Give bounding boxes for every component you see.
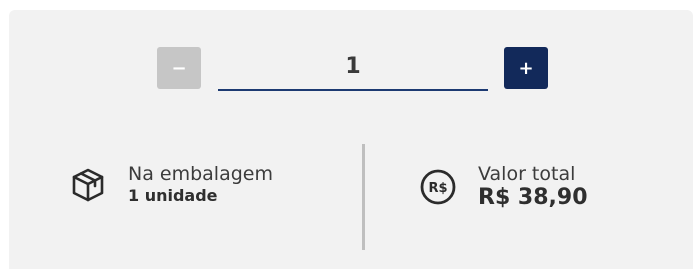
currency-real-icon: R$ [418, 167, 458, 207]
package-box-icon [68, 165, 108, 205]
divider [362, 144, 365, 250]
package-value: 1 unidade [128, 186, 218, 205]
increase-quantity-button[interactable]: + [504, 47, 548, 89]
decrease-quantity-button[interactable]: − [157, 47, 201, 89]
minus-icon: − [171, 57, 187, 79]
total-label: Valor total [478, 163, 576, 185]
package-info: Na embalagem 1 unidade [68, 163, 273, 207]
package-label: Na embalagem [128, 163, 273, 185]
quantity-value[interactable]: 1 [218, 43, 488, 91]
total-info: R$ Valor total R$ 38,90 [418, 163, 588, 211]
svg-text:R$: R$ [428, 181, 447, 196]
total-value: R$ 38,90 [478, 185, 588, 210]
quantity-card: − 1 + Na embalagem 1 unidade R$ Valor to… [9, 10, 693, 269]
quantity-stepper: − 1 + [157, 43, 550, 91]
plus-icon: + [518, 57, 534, 79]
